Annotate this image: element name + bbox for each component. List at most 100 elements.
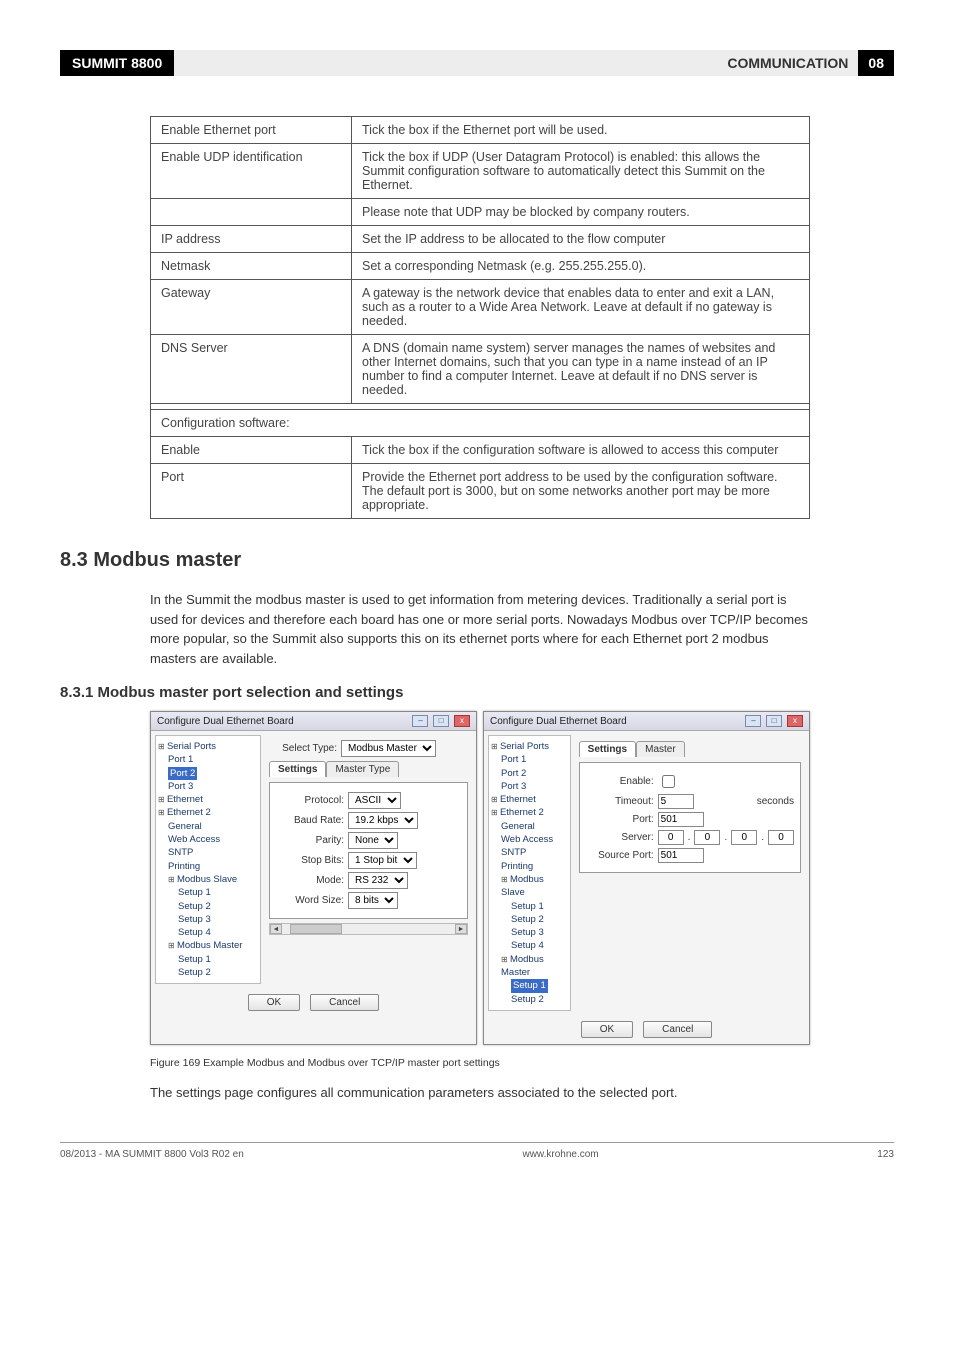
maximize-icon[interactable]: □ bbox=[766, 715, 782, 727]
footer-left: 08/2013 - MA SUMMIT 8800 Vol3 R02 en bbox=[60, 1149, 244, 1160]
ip-octet-4[interactable] bbox=[768, 830, 794, 845]
tab-master[interactable]: Master bbox=[636, 741, 685, 757]
nav-tree[interactable]: Serial Ports Port 1 Port 2 Port 3 Ethern… bbox=[155, 735, 261, 984]
cancel-button[interactable]: Cancel bbox=[643, 1021, 712, 1038]
row-label: Netmask bbox=[151, 253, 352, 280]
tree-general[interactable]: General bbox=[491, 820, 568, 833]
tree-port3[interactable]: Port 3 bbox=[491, 780, 568, 793]
parity-label: Parity: bbox=[276, 835, 344, 846]
tree-port1[interactable]: Port 1 bbox=[491, 753, 568, 766]
tree-modbus-slave[interactable]: Modbus Slave bbox=[491, 873, 568, 900]
port-label: Port: bbox=[586, 814, 654, 825]
ip-octet-3[interactable] bbox=[731, 830, 757, 845]
baud-dropdown[interactable]: 19.2 kbps bbox=[348, 812, 418, 829]
tab-settings[interactable]: Settings bbox=[579, 741, 636, 757]
row-desc: A DNS (domain name system) server manage… bbox=[352, 335, 810, 404]
tab-settings[interactable]: Settings bbox=[269, 761, 326, 777]
parity-dropdown[interactable]: None bbox=[348, 832, 398, 849]
scroll-right-icon[interactable]: ► bbox=[455, 924, 467, 934]
header-spacer bbox=[174, 50, 717, 76]
scroll-left-icon[interactable]: ◄ bbox=[270, 924, 282, 934]
stopbits-label: Stop Bits: bbox=[276, 855, 344, 866]
tab-master-type[interactable]: Master Type bbox=[326, 761, 399, 777]
page-header: SUMMIT 8800 COMMUNICATION 08 bbox=[60, 50, 894, 76]
srcport-label: Source Port: bbox=[586, 850, 654, 861]
ip-octet-2[interactable] bbox=[694, 830, 720, 845]
tree-setup1[interactable]: Setup 1 bbox=[158, 886, 258, 899]
port-input[interactable] bbox=[658, 812, 704, 827]
tree-setup3[interactable]: Setup 3 bbox=[491, 926, 568, 939]
table-subhead: Configuration software: bbox=[151, 410, 810, 437]
tree-setup2[interactable]: Setup 2 bbox=[491, 913, 568, 926]
tab-content: Protocol: ASCII Baud Rate: 19.2 kbps Parit… bbox=[269, 782, 468, 919]
tab-content: Enable: Timeout: seconds Port: Server: .… bbox=[579, 762, 801, 873]
timeout-unit: seconds bbox=[757, 796, 794, 807]
tree-setup4[interactable]: Setup 4 bbox=[158, 926, 258, 939]
minimize-icon[interactable]: – bbox=[412, 715, 428, 727]
mode-dropdown[interactable]: RS 232 bbox=[348, 872, 408, 889]
tree-mm-setup1[interactable]: Setup 1 bbox=[158, 953, 258, 966]
horizontal-scrollbar[interactable]: ◄ ► bbox=[269, 923, 468, 935]
baud-label: Baud Rate: bbox=[276, 815, 344, 826]
stopbits-dropdown[interactable]: 1 Stop bit bbox=[348, 852, 417, 869]
scroll-thumb[interactable] bbox=[290, 924, 342, 934]
select-type-dropdown[interactable]: Modbus Master bbox=[341, 740, 436, 757]
tree-port2[interactable]: Port 2 bbox=[491, 767, 568, 780]
tabs: Settings Master Type bbox=[269, 761, 468, 777]
nav-tree[interactable]: Serial Ports Port 1 Port 2 Port 3 Ethern… bbox=[488, 735, 571, 1011]
window-title: Configure Dual Ethernet Board bbox=[490, 716, 627, 727]
tree-serial-ports[interactable]: Serial Ports bbox=[158, 740, 258, 753]
maximize-icon[interactable]: □ bbox=[433, 715, 449, 727]
tree-modbus-slave[interactable]: Modbus Slave bbox=[158, 873, 258, 886]
tree-web-access[interactable]: Web Access bbox=[158, 833, 258, 846]
wordsize-dropdown[interactable]: 8 bits bbox=[348, 892, 398, 909]
cancel-button[interactable]: Cancel bbox=[310, 994, 379, 1011]
tree-setup2[interactable]: Setup 2 bbox=[158, 900, 258, 913]
tree-port2-selected[interactable]: Port 2 bbox=[168, 767, 197, 780]
tree-sntp[interactable]: SNTP bbox=[158, 846, 258, 859]
dialog-ethernet-master: Configure Dual Ethernet Board – □ x Seri… bbox=[483, 711, 810, 1045]
titlebar[interactable]: Configure Dual Ethernet Board – □ x bbox=[151, 712, 476, 731]
tree-ethernet2[interactable]: Ethernet 2 bbox=[491, 806, 568, 819]
row-desc: Set the IP address to be allocated to th… bbox=[352, 226, 810, 253]
tree-mm-setup2[interactable]: Setup 2 bbox=[491, 993, 568, 1006]
table-row: Enable Ethernet portTick the box if the … bbox=[151, 117, 810, 144]
footer-page-num: 123 bbox=[877, 1149, 894, 1160]
tree-modbus-master[interactable]: Modbus Master bbox=[491, 953, 568, 980]
tree-setup3[interactable]: Setup 3 bbox=[158, 913, 258, 926]
enable-checkbox[interactable] bbox=[662, 775, 675, 788]
tree-modbus-master[interactable]: Modbus Master bbox=[158, 939, 258, 952]
tree-web-access[interactable]: Web Access bbox=[491, 833, 568, 846]
ok-button[interactable]: OK bbox=[581, 1021, 633, 1038]
tree-port1[interactable]: Port 1 bbox=[158, 753, 258, 766]
tree-port3[interactable]: Port 3 bbox=[158, 780, 258, 793]
table-row: DNS ServerA DNS (domain name system) ser… bbox=[151, 335, 810, 404]
tree-setup1[interactable]: Setup 1 bbox=[491, 900, 568, 913]
tree-ethernet[interactable]: Ethernet bbox=[491, 793, 568, 806]
tree-ethernet[interactable]: Ethernet bbox=[158, 793, 258, 806]
tree-mm-setup1-selected[interactable]: Setup 1 bbox=[511, 979, 548, 992]
tree-printing[interactable]: Printing bbox=[158, 860, 258, 873]
close-icon[interactable]: x bbox=[787, 715, 803, 727]
protocol-dropdown[interactable]: ASCII bbox=[348, 792, 401, 809]
tree-general[interactable]: General bbox=[158, 820, 258, 833]
timeout-input[interactable] bbox=[658, 794, 694, 809]
ok-button[interactable]: OK bbox=[248, 994, 300, 1011]
server-label: Server: bbox=[586, 832, 654, 843]
tree-mm-setup2[interactable]: Setup 2 bbox=[158, 966, 258, 979]
subhead-text: Configuration software: bbox=[151, 410, 810, 437]
row-label: Gateway bbox=[151, 280, 352, 335]
close-icon[interactable]: x bbox=[454, 715, 470, 727]
tree-serial-ports[interactable]: Serial Ports bbox=[491, 740, 568, 753]
tree-setup4[interactable]: Setup 4 bbox=[491, 939, 568, 952]
titlebar[interactable]: Configure Dual Ethernet Board – □ x bbox=[484, 712, 809, 731]
table-row: EnableTick the box if the configuration … bbox=[151, 437, 810, 464]
row-desc: Tick the box if the configuration softwa… bbox=[352, 437, 810, 464]
protocol-label: Protocol: bbox=[276, 795, 344, 806]
ip-octet-1[interactable] bbox=[658, 830, 684, 845]
srcport-input[interactable] bbox=[658, 848, 704, 863]
tree-ethernet2[interactable]: Ethernet 2 bbox=[158, 806, 258, 819]
tree-sntp[interactable]: SNTP bbox=[491, 846, 568, 859]
minimize-icon[interactable]: – bbox=[745, 715, 761, 727]
tree-printing[interactable]: Printing bbox=[491, 860, 568, 873]
